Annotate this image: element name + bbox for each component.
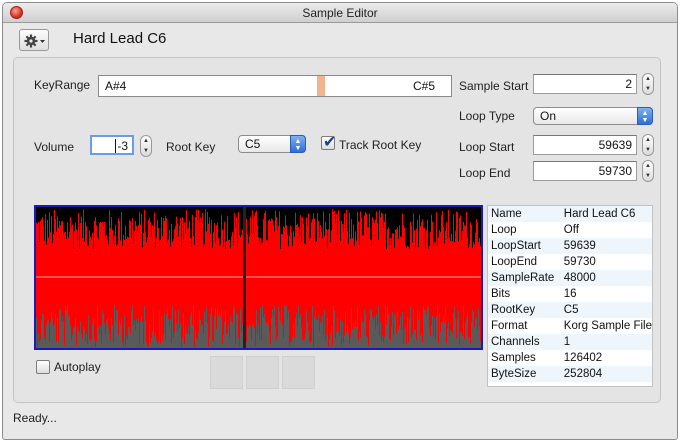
gear-menu-button[interactable] bbox=[19, 29, 49, 51]
info-value: 59639 bbox=[560, 238, 652, 254]
info-value: Hard Lead C6 bbox=[560, 206, 652, 222]
stepper-down-icon[interactable]: ▼ bbox=[643, 84, 653, 94]
info-row: Samples 126402 bbox=[488, 350, 652, 366]
keyrange-slider[interactable]: A#4 C#5 bbox=[98, 75, 452, 97]
sample-start-stepper[interactable]: ▲ ▼ bbox=[642, 73, 654, 95]
autoplay-checkbox[interactable] bbox=[36, 360, 50, 374]
info-value: 1 bbox=[560, 334, 652, 350]
close-icon[interactable] bbox=[10, 6, 23, 19]
sample-editor-window: Sample Editor Hard Lead C6 KeyRange A#4 … bbox=[2, 2, 678, 440]
volume-stepper[interactable]: ▲ ▼ bbox=[140, 135, 152, 157]
checkmark-icon: ✔ bbox=[323, 134, 337, 151]
sample-start-label: Sample Start bbox=[459, 79, 529, 93]
stepper-down-icon[interactable]: ▼ bbox=[643, 145, 653, 155]
loop-type-label: Loop Type bbox=[459, 109, 515, 123]
title-bar: Sample Editor bbox=[3, 3, 677, 23]
sample-info-table: Name Hard Lead C6 Loop Off LoopStart 59639 Loo… bbox=[487, 205, 653, 387]
loop-type-select[interactable]: On ▲ ▼ bbox=[533, 107, 653, 125]
info-key: Bits bbox=[491, 288, 511, 300]
keyrange-label: KeyRange bbox=[34, 78, 91, 92]
info-row: Bits 16 bbox=[488, 286, 652, 302]
loop-start-stepper[interactable]: ▲ ▼ bbox=[642, 134, 654, 156]
chevron-updown-icon: ▲ ▼ bbox=[637, 107, 653, 125]
info-table-body: Name Hard Lead C6 Loop Off LoopStart 59639 Loo… bbox=[488, 206, 652, 382]
info-row: RootKey C5 bbox=[488, 302, 652, 318]
status-text: Ready... bbox=[13, 411, 57, 425]
empty-slot bbox=[246, 356, 279, 389]
info-row: ByteSize 252804 bbox=[488, 366, 652, 382]
info-row: SampleRate 48000 bbox=[488, 270, 652, 286]
info-row: Channels 1 bbox=[488, 334, 652, 350]
info-key: Samples bbox=[491, 352, 536, 364]
info-key: RootKey bbox=[488, 302, 561, 318]
info-row: Format Korg Sample File bbox=[488, 318, 652, 334]
sample-start-field[interactable]: 2 bbox=[533, 74, 637, 94]
chevron-updown-icon: ▲ ▼ bbox=[290, 135, 306, 153]
info-key: Channels bbox=[488, 334, 561, 350]
info-key: LoopEnd bbox=[491, 256, 538, 268]
gear-icon bbox=[24, 34, 45, 48]
info-key: Name bbox=[488, 206, 561, 222]
loop-end-stepper[interactable]: ▲ ▼ bbox=[642, 160, 654, 182]
root-key-select[interactable]: C5 ▲ ▼ bbox=[238, 135, 306, 153]
empty-slot bbox=[282, 356, 315, 389]
stepper-down-icon[interactable]: ▼ bbox=[141, 146, 151, 156]
root-key-label: Root Key bbox=[166, 140, 216, 154]
stepper-up-icon[interactable]: ▲ bbox=[643, 135, 653, 145]
info-key: ByteSize bbox=[488, 366, 561, 382]
info-row: LoopEnd 59730 bbox=[488, 254, 652, 270]
document-title: Hard Lead C6 bbox=[73, 30, 167, 47]
info-row: LoopStart 59639 bbox=[488, 238, 652, 254]
info-key: LoopStart bbox=[488, 238, 561, 254]
info-value: C5 bbox=[560, 302, 652, 318]
info-value: 59730 bbox=[563, 256, 596, 268]
loop-end-field[interactable]: 59730 bbox=[533, 161, 637, 181]
info-value: Korg Sample File bbox=[563, 320, 652, 332]
track-root-key-checkbox[interactable]: ✔ bbox=[321, 134, 336, 151]
autoplay-label: Autoplay bbox=[54, 360, 101, 374]
loop-start-label: Loop Start bbox=[459, 140, 515, 154]
volume-label: Volume bbox=[34, 140, 75, 154]
info-value: 48000 bbox=[560, 270, 652, 286]
stepper-up-icon[interactable]: ▲ bbox=[643, 161, 653, 171]
loop-type-value: On bbox=[540, 109, 557, 123]
keyrange-high: C#5 bbox=[412, 79, 435, 93]
stepper-up-icon[interactable]: ▲ bbox=[643, 74, 653, 84]
info-value: Off bbox=[563, 224, 579, 236]
keyrange-marker[interactable] bbox=[317, 76, 325, 96]
info-key: Loop bbox=[491, 224, 517, 236]
keyrange-low: A#4 bbox=[105, 79, 127, 93]
stepper-down-icon[interactable]: ▼ bbox=[643, 171, 653, 181]
loop-start-field[interactable]: 59639 bbox=[533, 135, 637, 155]
editor-panel: KeyRange A#4 C#5 Volume -3 ▲ ▼ Root Key … bbox=[13, 57, 661, 403]
info-value: 252804 bbox=[560, 366, 652, 382]
volume-value: -3 bbox=[115, 139, 128, 153]
window-title: Sample Editor bbox=[302, 6, 378, 20]
waveform-view[interactable] bbox=[34, 205, 483, 350]
info-key: Format bbox=[491, 320, 528, 332]
info-value: 16 bbox=[563, 288, 577, 300]
info-key: SampleRate bbox=[488, 270, 561, 286]
waveform-graphic bbox=[36, 207, 481, 348]
empty-slot bbox=[210, 356, 243, 389]
root-key-value: C5 bbox=[245, 137, 261, 151]
stepper-up-icon[interactable]: ▲ bbox=[141, 136, 151, 146]
info-row: Loop Off bbox=[488, 222, 652, 238]
info-row: Name Hard Lead C6 bbox=[488, 206, 652, 222]
volume-field[interactable]: -3 bbox=[90, 135, 134, 155]
info-value: 126402 bbox=[563, 352, 603, 364]
track-root-key-label: Track Root Key bbox=[339, 138, 422, 152]
loop-end-label: Loop End bbox=[459, 166, 511, 180]
